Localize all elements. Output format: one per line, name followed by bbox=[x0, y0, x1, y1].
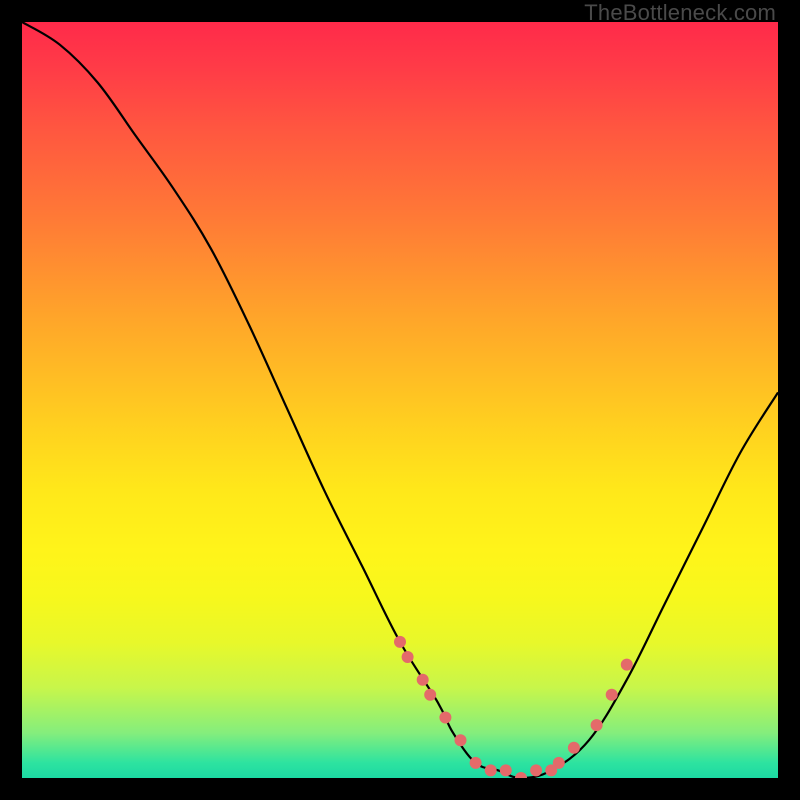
bottleneck-curve bbox=[22, 22, 778, 778]
chart-frame: TheBottleneck.com bbox=[0, 0, 800, 800]
highlight-point bbox=[485, 764, 497, 776]
highlight-point bbox=[470, 757, 482, 769]
highlight-point bbox=[530, 764, 542, 776]
plot-area bbox=[22, 22, 778, 778]
highlight-point bbox=[439, 712, 451, 724]
highlight-point bbox=[417, 674, 429, 686]
highlight-point bbox=[568, 742, 580, 754]
highlight-point bbox=[591, 719, 603, 731]
highlight-point bbox=[455, 734, 467, 746]
highlight-point bbox=[424, 689, 436, 701]
highlight-point bbox=[621, 659, 633, 671]
highlight-point bbox=[606, 689, 618, 701]
highlight-point bbox=[402, 651, 414, 663]
curve-path bbox=[22, 22, 778, 778]
highlight-point bbox=[394, 636, 406, 648]
highlight-points bbox=[394, 636, 633, 778]
highlight-point bbox=[515, 772, 527, 778]
highlight-point bbox=[500, 764, 512, 776]
highlight-point bbox=[553, 757, 565, 769]
